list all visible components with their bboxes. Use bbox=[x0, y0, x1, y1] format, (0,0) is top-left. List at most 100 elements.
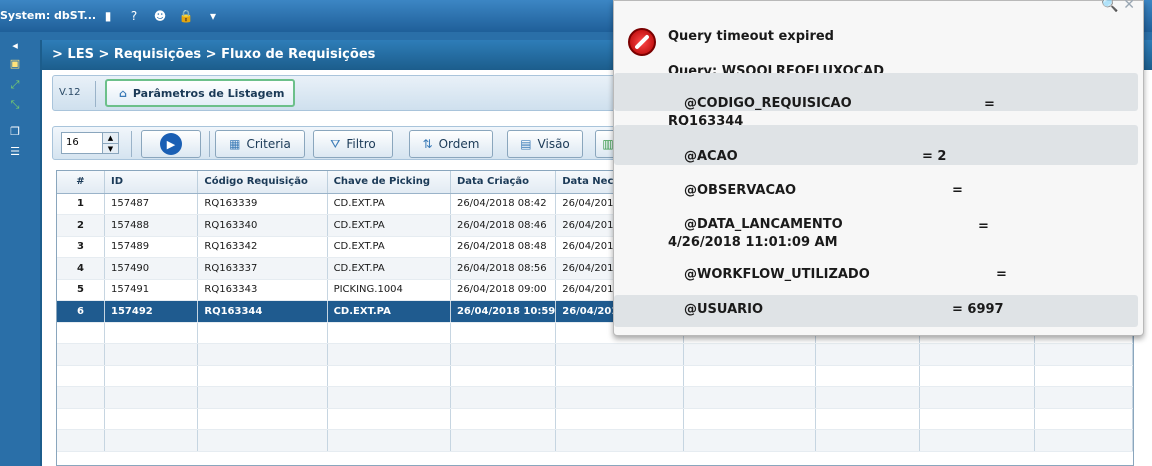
view-label: Visão bbox=[537, 137, 570, 151]
stepper-down-icon[interactable]: ▼ bbox=[102, 143, 118, 153]
filter-button[interactable]: ⛛ Filtro bbox=[313, 130, 393, 158]
table-cell: RQ163337 bbox=[197, 257, 328, 280]
table-cell bbox=[919, 386, 1036, 409]
param-name: @OBSERVACAO bbox=[684, 183, 797, 198]
table-cell: 157491 bbox=[104, 279, 199, 301]
table-row[interactable] bbox=[57, 386, 1133, 409]
table-cell bbox=[57, 386, 105, 409]
param-eq: = bbox=[996, 267, 1007, 282]
column-header[interactable]: ID bbox=[104, 171, 199, 194]
table-cell bbox=[104, 343, 199, 366]
expand-icon[interactable]: ⤢ bbox=[8, 78, 22, 92]
table-cell bbox=[57, 343, 105, 366]
listing-params-label: Parâmetros de Listagem bbox=[132, 86, 285, 100]
table-cell bbox=[327, 386, 451, 409]
sort-az-icon: ⇅ bbox=[422, 137, 433, 151]
divider bbox=[209, 131, 210, 157]
criteria-icon: ▦ bbox=[229, 137, 241, 151]
table-cell: RQ163342 bbox=[197, 236, 328, 258]
param-value: 4/26/2018 11:01:09 AM bbox=[668, 235, 838, 250]
table-cell: 157489 bbox=[104, 236, 199, 258]
filter-icon: ⛛ bbox=[330, 136, 341, 151]
table-cell bbox=[815, 386, 921, 409]
filter-label: Filtro bbox=[346, 137, 376, 151]
breadcrumb: > LES > Requisições > Fluxo de Requisiçõ… bbox=[52, 47, 376, 62]
listing-params-button[interactable]: ⌂ Parâmetros de Listagem bbox=[105, 79, 295, 107]
sort-button[interactable]: ⇅ Ordem bbox=[409, 130, 493, 158]
lock-icon[interactable]: ▣ bbox=[8, 56, 22, 70]
collapse-icon[interactable]: ◂ bbox=[8, 38, 22, 52]
table-cell: 26/04/2018 08:56 bbox=[450, 257, 557, 280]
table-cell bbox=[555, 408, 685, 430]
table-cell: RQ163343 bbox=[197, 279, 328, 301]
help-icon[interactable]: ? bbox=[126, 8, 142, 24]
table-cell bbox=[683, 365, 817, 387]
criteria-button[interactable]: ▦ Criteria bbox=[215, 130, 305, 158]
table-cell bbox=[919, 343, 1036, 366]
page-size-stepper[interactable]: 16 ▲ ▼ bbox=[61, 132, 119, 154]
table-cell: 157488 bbox=[104, 214, 199, 237]
param-name: @ACAO bbox=[684, 149, 738, 164]
table-cell bbox=[815, 365, 921, 387]
table-cell bbox=[815, 408, 921, 430]
column-header[interactable]: Código Requisição bbox=[197, 171, 328, 194]
popup-controls[interactable]: 🔍 ✕ bbox=[1101, 0, 1135, 13]
table-cell bbox=[1034, 343, 1133, 366]
error-icon bbox=[628, 28, 656, 56]
table-cell bbox=[815, 429, 921, 452]
table-cell bbox=[197, 429, 328, 452]
tag-icon: ⌂ bbox=[119, 86, 127, 100]
left-rail: ◂ ▣ ⤢ ⤡ ❐ ☰ bbox=[0, 32, 30, 466]
table-row[interactable] bbox=[57, 343, 1133, 366]
table-cell bbox=[327, 429, 451, 452]
column-header[interactable]: Chave de Picking bbox=[327, 171, 451, 194]
run-button[interactable]: ▶ bbox=[141, 130, 201, 158]
table-cell: 5 bbox=[57, 279, 105, 301]
table-cell: 26/04/2018 08:46 bbox=[450, 214, 557, 237]
table-cell: 26/04/2018 08:48 bbox=[450, 236, 557, 258]
param-name: @CODIGO_REQUISICAO bbox=[684, 96, 852, 111]
table-cell: 1 bbox=[57, 193, 105, 215]
table-cell: 3 bbox=[57, 236, 105, 258]
table-cell: CD.EXT.PA bbox=[327, 236, 451, 258]
table-row[interactable] bbox=[57, 429, 1133, 452]
param-name: @USUARIO bbox=[684, 302, 764, 317]
table-cell: CD.EXT.PA bbox=[327, 257, 451, 280]
user-icon[interactable]: ☻ bbox=[152, 8, 168, 24]
table-cell bbox=[555, 386, 685, 409]
table-cell bbox=[104, 408, 199, 430]
table-cell bbox=[555, 429, 685, 452]
chevron-down-icon[interactable]: ▾ bbox=[205, 8, 221, 24]
table-cell bbox=[327, 343, 451, 366]
table-cell bbox=[197, 386, 328, 409]
table-cell bbox=[450, 365, 557, 387]
table-cell: 2 bbox=[57, 214, 105, 237]
column-header[interactable]: # bbox=[57, 171, 105, 194]
play-icon: ▶ bbox=[160, 133, 182, 155]
table-cell bbox=[104, 365, 199, 387]
table-cell bbox=[919, 408, 1036, 430]
table-cell bbox=[683, 429, 817, 452]
column-header[interactable]: Data Criação bbox=[450, 171, 557, 194]
export-icon: ▥ bbox=[602, 137, 614, 151]
table-row[interactable] bbox=[57, 408, 1133, 430]
view-button[interactable]: ▤ Visão bbox=[507, 130, 583, 158]
table-cell bbox=[450, 386, 557, 409]
chart-icon[interactable]: ▮ bbox=[100, 8, 116, 24]
table-cell: 26/04/2018 09:00 bbox=[450, 279, 557, 301]
shrink-icon[interactable]: ⤡ bbox=[8, 98, 22, 112]
table-cell bbox=[104, 322, 199, 344]
table-row[interactable] bbox=[57, 365, 1133, 387]
table-cell: 26/04/2018 10:59 bbox=[450, 300, 557, 323]
table-cell: RQ163339 bbox=[197, 193, 328, 215]
table-cell bbox=[197, 408, 328, 430]
cascade-icon[interactable]: ❐ bbox=[8, 124, 22, 138]
table-cell: 6 bbox=[57, 300, 105, 323]
divider bbox=[131, 131, 132, 157]
table-cell bbox=[327, 408, 451, 430]
table-cell bbox=[57, 429, 105, 452]
lock-icon[interactable]: 🔒 bbox=[178, 8, 194, 24]
param-eq: = bbox=[952, 183, 963, 198]
stepper-up-icon[interactable]: ▲ bbox=[102, 133, 118, 143]
tile-icon[interactable]: ☰ bbox=[8, 144, 22, 158]
